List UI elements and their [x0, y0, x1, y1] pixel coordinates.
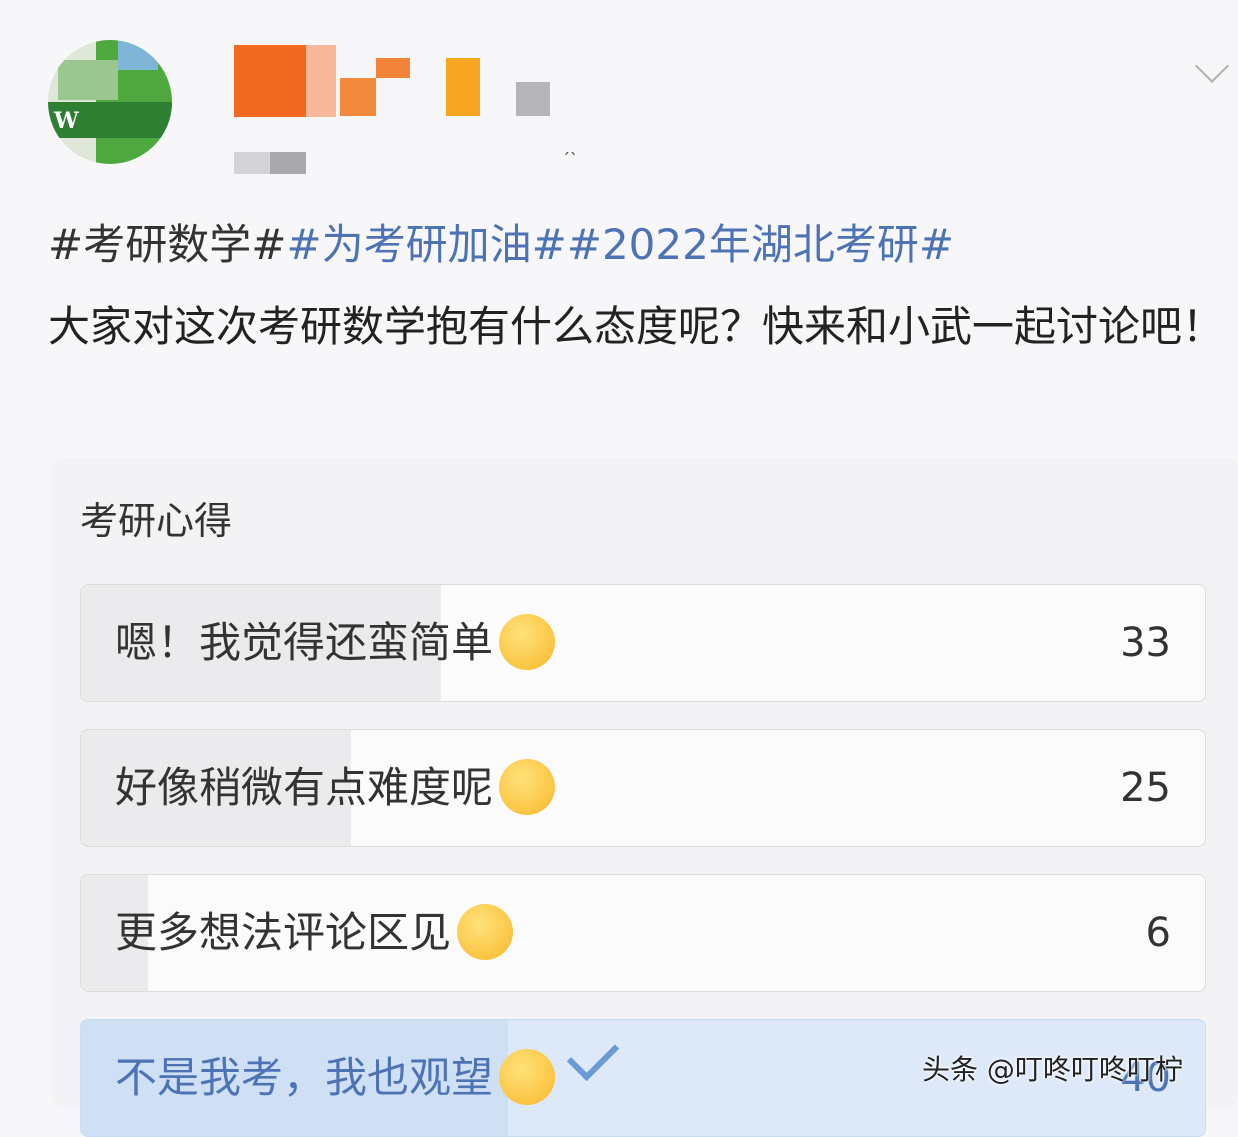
checkmark-icon	[566, 1028, 620, 1082]
poll-option-label: 不是我考，我也观望	[115, 1053, 494, 1102]
poll-option[interactable]: 更多想法评论区见 6	[80, 874, 1206, 992]
zany-face-emoji-icon	[457, 903, 514, 960]
poll-option-count: 6	[1145, 910, 1171, 956]
avatar-logo-mark: W	[54, 108, 79, 134]
poll-option-label-wrap: 嗯！我觉得还蛮简单	[115, 585, 556, 701]
kiss-heart-emoji-icon	[499, 613, 556, 670]
moon-face-emoji-icon	[499, 1048, 556, 1105]
poll-title: 考研心得	[80, 499, 233, 543]
poll-option-label-wrap: 更多想法评论区见	[115, 875, 514, 991]
poll-option[interactable]: 嗯！我觉得还蛮简单 33	[80, 584, 1206, 702]
hashtag-line: #考研数学##为考研加油##2022年湖北考研#	[48, 214, 954, 276]
poll-option-label: 更多想法评论区见	[115, 908, 452, 957]
post-body: 大家对这次考研数学抱有什么态度呢？快来和小武一起讨论吧！	[48, 302, 1225, 351]
hashtag-link[interactable]: #为考研加油##2022年湖北考研#	[286, 220, 954, 269]
avatar-block	[58, 60, 118, 100]
poll-option[interactable]: 好像稍微有点难度呢 25	[80, 729, 1206, 847]
username-blurred	[376, 58, 410, 78]
meta-mark: ˊˋ	[562, 150, 578, 169]
poll-option-label: 好像稍微有点难度呢	[115, 763, 494, 812]
chevron-down-icon[interactable]	[1195, 49, 1229, 83]
username-blurred[interactable]	[234, 45, 306, 117]
username-blurred	[306, 45, 336, 117]
avatar[interactable]: W	[48, 40, 172, 164]
username-blurred	[516, 82, 550, 116]
poll-option-count: 25	[1120, 765, 1171, 811]
poll-option-count: 33	[1120, 620, 1171, 666]
avatar-block	[118, 40, 158, 70]
crying-emoji-icon	[499, 758, 556, 815]
post-meta-blurred	[234, 152, 270, 174]
hashtag-link[interactable]: #考研数学#	[48, 220, 286, 269]
poll-option-label-wrap: 好像稍微有点难度呢	[115, 730, 556, 846]
watermark: 头条 @叮咚叮咚叮柠	[922, 1053, 1183, 1086]
username-blurred	[446, 58, 480, 116]
poll-option-label: 嗯！我觉得还蛮简单	[115, 618, 494, 667]
post-meta-blurred	[270, 152, 306, 174]
username-blurred	[340, 78, 376, 116]
poll-option-label-wrap: 不是我考，我也观望	[115, 1020, 620, 1136]
